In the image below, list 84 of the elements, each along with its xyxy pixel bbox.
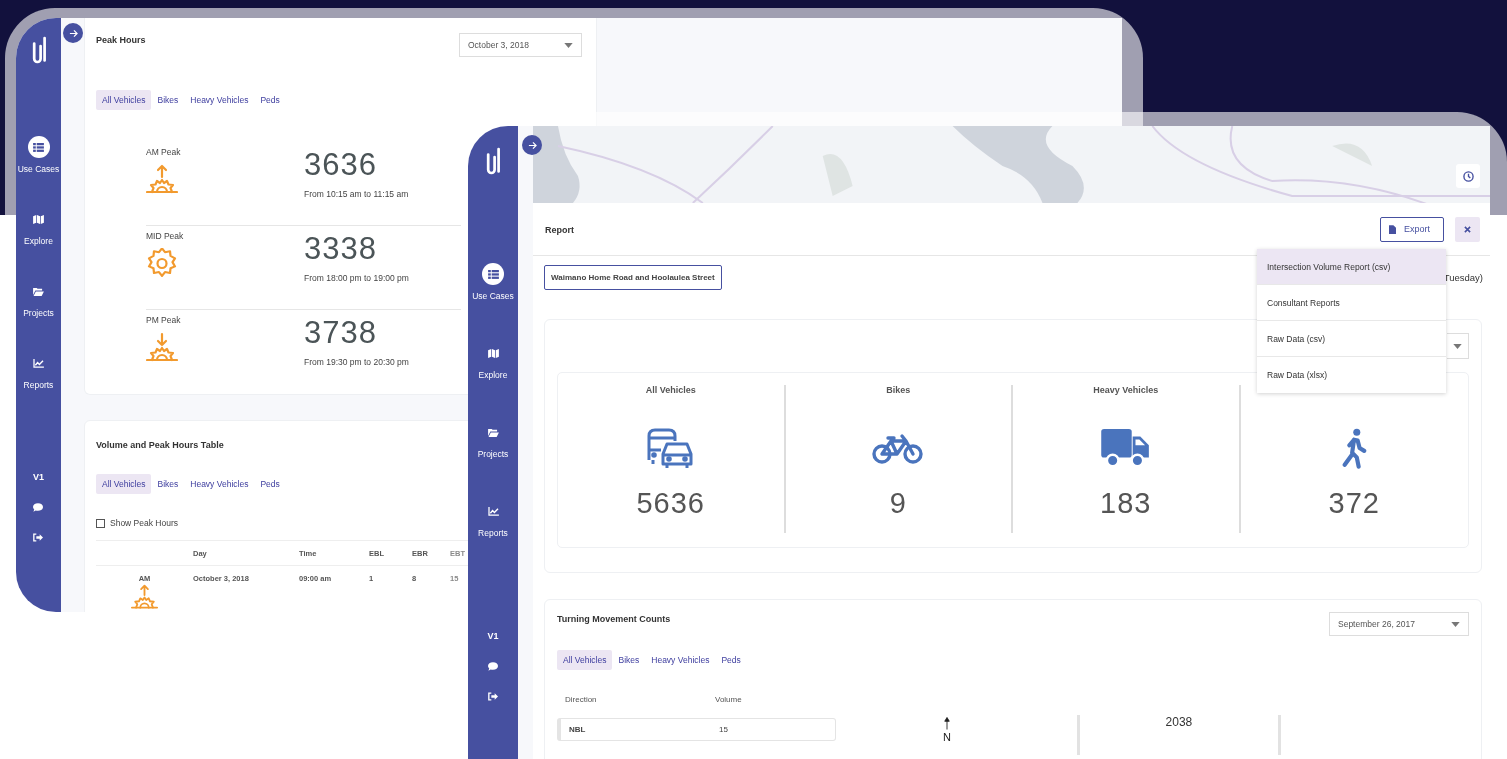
peak-time-range: From 18:00 pm to 19:00 pm: [304, 273, 409, 283]
category-total: 372: [1328, 487, 1380, 520]
nav-item[interactable]: Projects: [16, 280, 64, 318]
filter-tab[interactable]: All Vehicles: [96, 90, 152, 110]
version-label: V1: [487, 631, 499, 641]
peak-label: MID Peak: [146, 231, 185, 241]
document-icon: [1389, 224, 1396, 234]
filter-tab[interactable]: All Vehicles: [557, 650, 613, 670]
version-label: V1: [33, 472, 44, 482]
checkbox-label: Show Peak Hours: [110, 518, 179, 528]
arrow-right-icon: [68, 28, 78, 38]
peak-label: PM Peak: [146, 315, 182, 325]
chat-icon[interactable]: [488, 662, 498, 671]
filter-tab[interactable]: Bikes: [151, 90, 185, 110]
card-title: Volume and Peak Hours Table: [96, 439, 224, 450]
category-label: Heavy Vehicles: [1093, 385, 1159, 397]
date-text: Tuesday): [1443, 272, 1483, 283]
column-header: Volume: [715, 695, 743, 704]
north-label: N: [943, 731, 951, 743]
card-title: Peak Hours: [96, 34, 146, 45]
nav-item[interactable]: Reports: [16, 352, 64, 390]
peak-time-range: From 19:30 pm to 20:30 pm: [304, 357, 409, 367]
peak-volume: 3636: [304, 147, 378, 183]
filter-tab[interactable]: All Vehicles: [96, 474, 152, 494]
history-button[interactable]: [1456, 164, 1480, 188]
menu-item[interactable]: Raw Data (xlsx): [1257, 357, 1446, 393]
close-button[interactable]: [1455, 216, 1480, 242]
direction-label: NBL: [569, 725, 587, 734]
approach-total: 2038: [1165, 715, 1193, 731]
close-icon: [1464, 225, 1471, 233]
date-select[interactable]: October 3, 2018: [459, 33, 582, 57]
menu-item[interactable]: Consultant Reports: [1257, 285, 1446, 321]
filter-tab[interactable]: Peds: [715, 650, 747, 670]
filter-tab[interactable]: Heavy Vehicles: [184, 474, 255, 494]
checkbox[interactable]: [96, 518, 105, 528]
expand-button[interactable]: [522, 135, 542, 155]
peak-label: AM Peak: [146, 147, 182, 157]
date-select[interactable]: September 26, 2017: [1329, 612, 1469, 636]
expand-button[interactable]: [63, 23, 83, 43]
export-button[interactable]: Export: [1380, 216, 1444, 242]
arrow-right-icon: [527, 140, 537, 150]
peak-volume: 3338: [304, 231, 378, 267]
location-chip[interactable]: Waimano Home Road and Hoolaulea Street: [544, 265, 722, 290]
nav-item[interactable]: Explore: [16, 208, 64, 246]
peak-volume: 3738: [304, 315, 378, 351]
nav-item[interactable]: Reports: [468, 500, 518, 538]
filter-tab[interactable]: Heavy Vehicles: [645, 650, 716, 670]
sunrise-icon: [146, 164, 178, 194]
sunrise-icon: [131, 584, 158, 610]
chat-icon[interactable]: [33, 503, 44, 512]
category-total: 183: [1100, 487, 1152, 520]
walking-person-icon: [1341, 428, 1368, 470]
card-title: Turning Movement Counts: [557, 613, 671, 624]
filter-tab[interactable]: Bikes: [151, 474, 185, 494]
logo-icon: [485, 146, 501, 176]
clock-icon: [1462, 170, 1474, 182]
column-header: Direction: [565, 695, 598, 704]
caret-icon: [1453, 343, 1462, 349]
logo-icon: [30, 35, 47, 65]
filter-tab[interactable]: Peds: [254, 90, 286, 110]
dropdown-select[interactable]: [1447, 333, 1469, 359]
category-label: Bikes: [886, 385, 911, 397]
category-total: 9: [889, 487, 907, 520]
volume-value: 15: [719, 725, 729, 734]
category-total: 5636: [636, 487, 705, 520]
caret-icon: [564, 42, 573, 48]
filter-tab[interactable]: Peds: [254, 474, 286, 494]
panel-title: Report: [545, 224, 574, 235]
sun-icon: [146, 248, 178, 278]
menu-item[interactable]: Raw Data (csv): [1257, 321, 1446, 357]
filter-tab[interactable]: Heavy Vehicles: [184, 90, 255, 110]
category-label: All Vehicles: [645, 385, 696, 397]
bicycle-icon: [872, 433, 925, 465]
nav-item[interactable]: Projects: [468, 421, 518, 459]
caret-icon: [1451, 621, 1460, 627]
north-arrow-icon: [943, 716, 950, 731]
sunset-icon: [146, 332, 178, 362]
menu-item[interactable]: Intersection Volume Report (csv): [1257, 249, 1446, 285]
nav-item[interactable]: Explore: [468, 342, 518, 380]
sign-out-icon[interactable]: [488, 692, 498, 701]
filter-tab[interactable]: Bikes: [612, 650, 646, 670]
nav-item[interactable]: Use Cases: [468, 263, 518, 301]
sign-out-icon[interactable]: [33, 533, 44, 542]
peak-time-range: From 10:15 am to 11:15 am: [304, 189, 409, 199]
